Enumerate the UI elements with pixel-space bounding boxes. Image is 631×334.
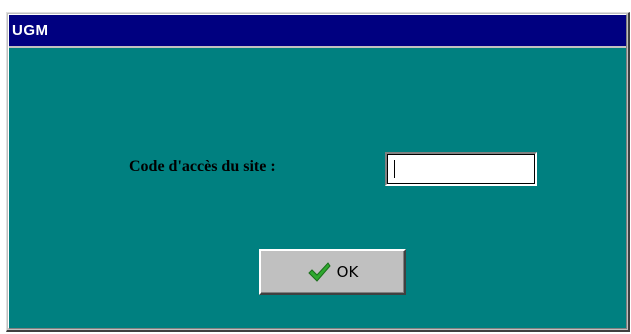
- checkmark-icon: [307, 262, 331, 282]
- dialog-body: Code d'accès du site : OK: [9, 48, 626, 328]
- window-title: UGM: [12, 22, 49, 39]
- text-caret: [394, 160, 395, 178]
- ok-button[interactable]: OK: [259, 249, 406, 295]
- title-bar[interactable]: UGM: [9, 15, 626, 46]
- access-code-label: Code d'accès du site :: [129, 158, 276, 175]
- ok-button-label: OK: [336, 263, 359, 281]
- access-code-input[interactable]: [385, 152, 537, 186]
- dialog-window: UGM Code d'accès du site : OK: [6, 12, 630, 332]
